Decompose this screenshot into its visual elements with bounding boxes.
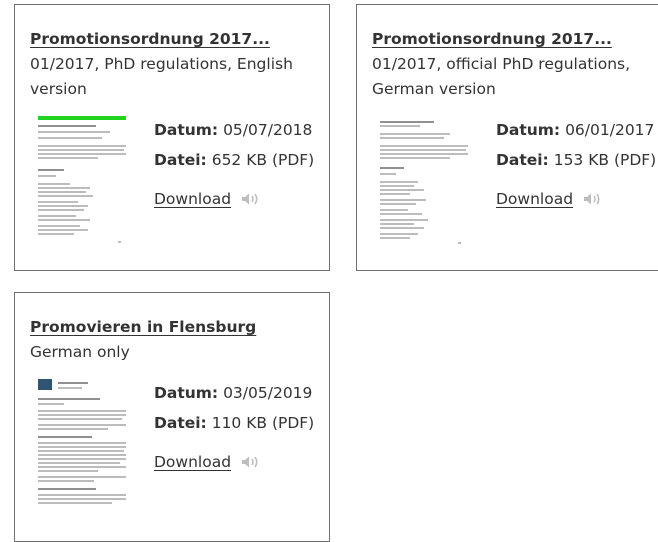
pdf-thumbnail[interactable] <box>36 378 128 508</box>
document-description: German only <box>30 343 130 361</box>
download-link[interactable]: Download <box>154 453 231 471</box>
date-row: Datum: 03/05/2019 <box>154 378 314 408</box>
document-description: 01/2017, PhD regulations, English versio… <box>30 55 293 98</box>
file-row: Datei: 110 KB (PDF) <box>154 408 314 438</box>
file-value: 153 KB (PDF) <box>553 151 657 169</box>
document-title-link[interactable]: Promotionsordnung 2017... <box>30 30 270 48</box>
date-label: Datum: <box>154 121 219 139</box>
file-value: 652 KB (PDF) <box>211 151 315 169</box>
speaker-icon[interactable] <box>583 192 605 206</box>
pdf-thumbnail[interactable] <box>36 115 128 245</box>
document-card: Promovieren in Flensburg German only Dat… <box>14 292 330 542</box>
date-value: 03/05/2019 <box>223 384 313 402</box>
date-label: Datum: <box>154 384 219 402</box>
file-label: Datei: <box>154 414 207 432</box>
date-value: 05/07/2018 <box>223 121 313 139</box>
document-card: Promotionsordnung 2017... 01/2017, PhD r… <box>14 4 330 271</box>
date-label: Datum: <box>496 121 561 139</box>
date-row: Datum: 05/07/2018 <box>154 115 314 145</box>
document-title-link[interactable]: Promotionsordnung 2017... <box>372 30 612 48</box>
date-value: 06/01/2017 <box>565 121 655 139</box>
file-label: Datei: <box>496 151 549 169</box>
pdf-thumbnail[interactable] <box>378 115 470 245</box>
speaker-icon[interactable] <box>241 192 263 206</box>
file-label: Datei: <box>154 151 207 169</box>
file-value: 110 KB (PDF) <box>211 414 315 432</box>
document-description: 01/2017, official PhD regulations, Germa… <box>372 55 631 98</box>
file-row: Datei: 153 KB (PDF) <box>496 145 656 175</box>
date-row: Datum: 06/01/2017 <box>496 115 656 145</box>
document-card: Promotionsordnung 2017... 01/2017, offic… <box>356 4 658 271</box>
download-link[interactable]: Download <box>496 190 573 208</box>
download-link[interactable]: Download <box>154 190 231 208</box>
file-row: Datei: 652 KB (PDF) <box>154 145 314 175</box>
speaker-icon[interactable] <box>241 455 263 469</box>
document-title-link[interactable]: Promovieren in Flensburg <box>30 318 256 336</box>
